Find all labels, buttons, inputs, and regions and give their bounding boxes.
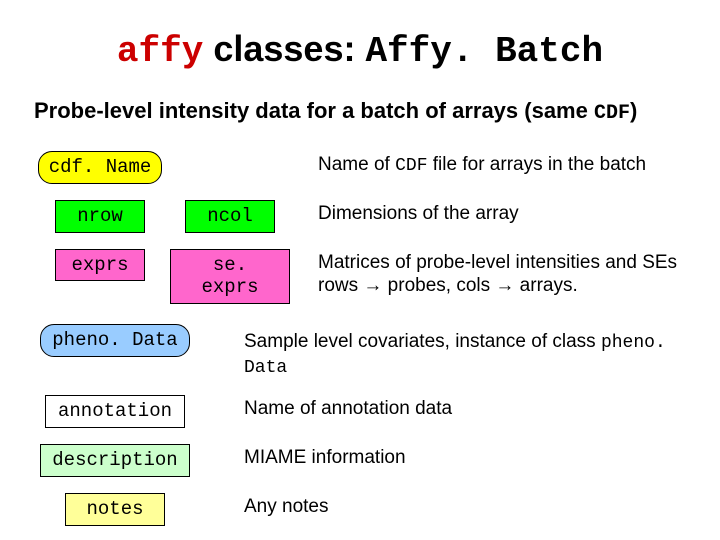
desc-exprs-line1: Matrices of probe-level intensities and …: [318, 251, 690, 275]
title-classname: Affy. Batch: [365, 31, 603, 72]
desc-exprs-l2a: rows: [318, 275, 363, 296]
desc-cdfname-cdf: CDF: [395, 156, 427, 176]
desc-cdfname-after: file for arrays in the batch: [428, 154, 647, 175]
row-notes: notes Any notes: [30, 493, 690, 526]
desc-dim: Dimensions of the array: [314, 200, 690, 226]
box-annotation: annotation: [45, 395, 185, 428]
arrow-icon: →: [495, 275, 514, 296]
desc-exprs-line2: rows → probes, cols → arrays.: [318, 274, 690, 298]
title-affy: affy: [117, 31, 203, 72]
row-annotation: annotation Name of annotation data: [30, 395, 690, 428]
desc-notes: Any notes: [240, 493, 690, 519]
row-dim: nrow ncol Dimensions of the array: [30, 200, 690, 233]
subtitle-cdf: CDF: [594, 102, 630, 125]
desc-pheno-before: Sample level covariates, instance of cla…: [244, 331, 601, 352]
box-seexprs: se. exprs: [170, 249, 290, 305]
row-pheno: pheno. Data Sample level covariates, ins…: [30, 324, 690, 379]
box-cdfname: cdf. Name: [38, 151, 163, 184]
row-description: description MIAME information: [30, 444, 690, 477]
arrow-icon: →: [363, 275, 382, 296]
desc-annotation: Name of annotation data: [240, 395, 690, 421]
box-exprs: exprs: [55, 249, 145, 282]
title-classes: classes:: [203, 28, 365, 69]
subtitle: Probe-level intensity data for a batch o…: [30, 98, 690, 125]
subtitle-before: Probe-level intensity data for a batch o…: [34, 98, 594, 123]
desc-exprs-l2c: arrays.: [514, 275, 577, 296]
slide-title: affy classes: Affy. Batch: [30, 28, 690, 72]
desc-pheno: Sample level covariates, instance of cla…: [240, 324, 690, 379]
desc-cdfname: Name of CDF file for arrays in the batch: [314, 151, 690, 178]
box-description: description: [40, 444, 190, 477]
row-cdfname: cdf. Name Name of CDF file for arrays in…: [30, 151, 690, 184]
box-ncol: ncol: [185, 200, 275, 233]
desc-description: MIAME information: [240, 444, 690, 470]
box-nrow: nrow: [55, 200, 145, 233]
box-notes: notes: [65, 493, 165, 526]
subtitle-after: ): [630, 98, 637, 123]
row-exprs: exprs se. exprs Matrices of probe-level …: [30, 249, 690, 305]
box-phenodata: pheno. Data: [40, 324, 190, 357]
desc-exprs-l2b: probes, cols: [382, 275, 495, 296]
desc-exprs: Matrices of probe-level intensities and …: [314, 249, 690, 299]
desc-cdfname-before: Name of: [318, 154, 395, 175]
rows-container: cdf. Name Name of CDF file for arrays in…: [30, 151, 690, 526]
